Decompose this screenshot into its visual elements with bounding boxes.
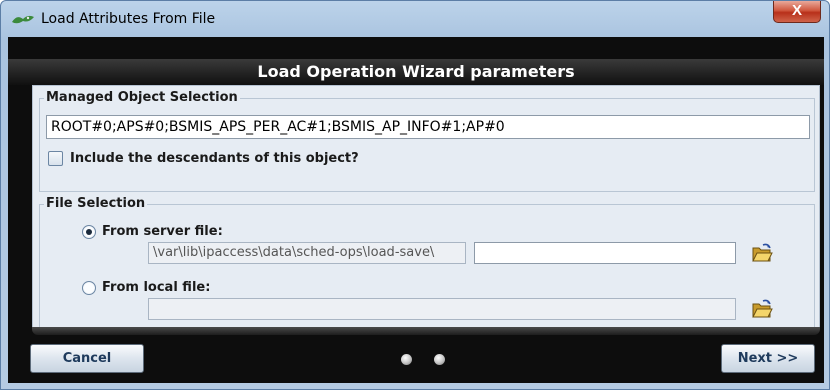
app-icon — [12, 15, 34, 24]
include-descendants-checkbox[interactable] — [48, 151, 63, 166]
server-filename-input[interactable] — [474, 242, 736, 264]
wizard-content: Managed Object Selection ROOT#0;APS#0;BS… — [32, 85, 820, 361]
managed-object-group: Managed Object Selection ROOT#0;APS#0;BS… — [39, 90, 815, 192]
managed-object-input[interactable]: ROOT#0;APS#0;BSMIS_APS_PER_AC#1;BSMIS_AP… — [46, 115, 810, 139]
local-file-radio[interactable] — [82, 281, 96, 295]
footer-divider — [32, 327, 820, 335]
local-folder-open-icon[interactable] — [751, 298, 773, 320]
file-selection-legend: File Selection — [44, 196, 148, 211]
cancel-button[interactable]: Cancel — [30, 344, 144, 373]
managed-object-legend: Managed Object Selection — [44, 90, 240, 105]
server-file-label: From server file: — [102, 224, 223, 239]
wizard-footer: Cancel Next >> — [8, 327, 824, 383]
wizard-header: Load Operation Wizard parameters — [8, 59, 824, 85]
local-file-label: From local file: — [102, 280, 211, 295]
client-area: Load Operation Wizard parameters Managed… — [8, 37, 824, 383]
include-descendants-label: Include the descendants of this object? — [70, 151, 359, 166]
server-file-radio[interactable] — [82, 225, 96, 239]
dialog-window: Load Attributes From File X Load Operati… — [0, 0, 830, 390]
page-indicator-dot-1 — [401, 354, 412, 365]
page-indicator-dot-2 — [434, 354, 445, 365]
close-button[interactable]: X — [773, 1, 821, 23]
server-folder-open-icon[interactable] — [751, 242, 773, 264]
window-title: Load Attributes From File — [41, 11, 216, 27]
server-path-field: \var\lib\ipaccess\data\sched-ops\load-sa… — [148, 242, 466, 264]
next-button[interactable]: Next >> — [721, 344, 815, 373]
title-bar[interactable]: Load Attributes From File X — [1, 1, 829, 37]
local-filename-input[interactable] — [148, 298, 736, 320]
